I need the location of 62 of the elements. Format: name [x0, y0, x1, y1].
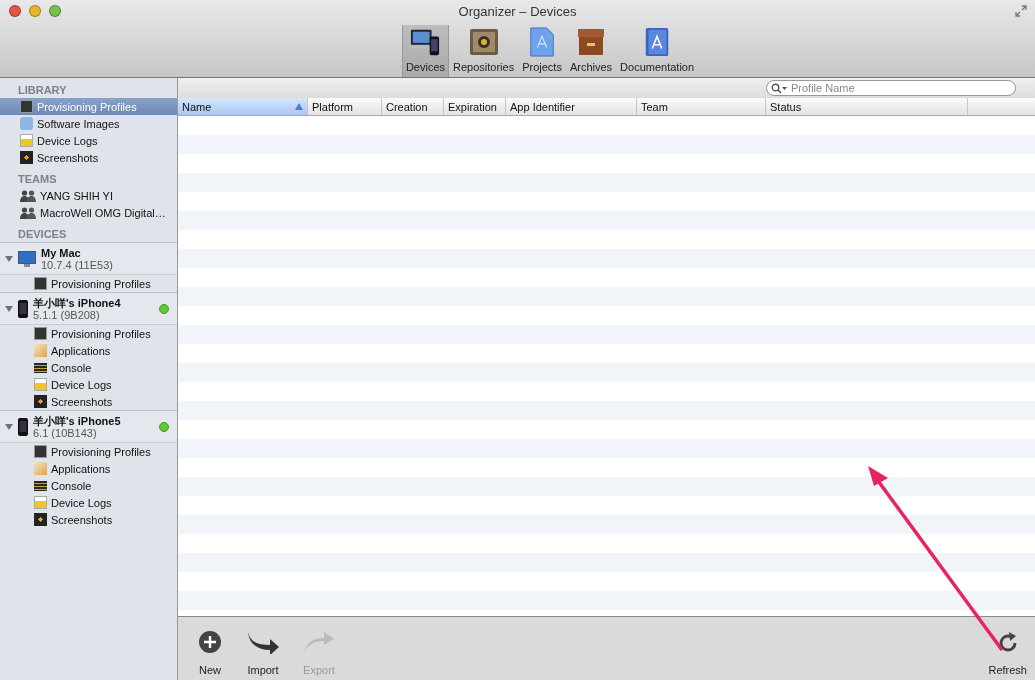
toolbar-tab[interactable]: Devices: [401, 25, 449, 77]
window-title: Organizer – Devices: [458, 3, 577, 19]
sidebar-item[interactable]: Device Logs: [0, 132, 177, 149]
toolbar-tab[interactable]: Projects: [518, 25, 566, 77]
toolbar-tab[interactable]: Repositories: [449, 25, 519, 77]
device-name: My Mac: [41, 246, 82, 259]
close-button[interactable]: [9, 5, 21, 17]
sidebar-item[interactable]: Console: [0, 477, 177, 494]
sidebar-item[interactable]: Provisioning Profiles: [0, 443, 177, 460]
sidebar-item[interactable]: Applications: [0, 460, 177, 477]
phone-icon: [18, 299, 28, 318]
toolbar-button[interactable]: Import: [242, 617, 284, 680]
column-header[interactable]: Platform: [308, 98, 382, 115]
console-icon: [34, 480, 47, 491]
people-icon: [20, 189, 36, 202]
device-name: 羊小咩's iPhone4: [33, 296, 122, 309]
monitor-icon: [18, 250, 36, 267]
toolbar-tab[interactable]: Documentation: [616, 25, 699, 77]
device-version: 5.1.1 (9B208): [33, 308, 101, 321]
sidebar-item[interactable]: Applications: [0, 342, 177, 359]
column-header[interactable]: App Identifier: [506, 98, 637, 115]
column-header[interactable]: Status: [766, 98, 968, 115]
search-field[interactable]: Profile Name: [766, 80, 1016, 96]
search-icon: [771, 83, 787, 94]
device-version: 6.1 (10B143): [33, 426, 98, 439]
column-header[interactable]: Creation: [382, 98, 444, 115]
sidebar-item[interactable]: Screenshots: [0, 149, 177, 166]
column-header[interactable]: Expiration: [444, 98, 506, 115]
section-heading: TEAMS: [17, 172, 58, 187]
device-name: 羊小咩's iPhone5: [33, 414, 122, 427]
section-heading: DEVICES: [17, 227, 68, 242]
console-icon: [34, 362, 47, 373]
plus-circle-icon: [198, 630, 222, 654]
sort-ascending-icon: [295, 103, 303, 110]
sidebar-item[interactable]: Screenshots: [0, 511, 177, 528]
people-icon: [20, 206, 36, 219]
sidebar-item[interactable]: YANG SHIH YI: [0, 187, 177, 204]
cabinet-icon: [576, 27, 606, 57]
section-heading: LIBRARY: [17, 83, 68, 98]
toolbar-tab[interactable]: Archives: [565, 25, 617, 77]
sidebar-item[interactable]: MacroWell OMG Digital…: [0, 204, 177, 221]
device-version: 10.7.4 (11E53): [41, 258, 114, 271]
document-icon: [529, 27, 556, 57]
sidebar-item[interactable]: Device Logs: [0, 376, 177, 393]
device-row[interactable]: 羊小咩's iPhone4 5.1.1 (9B208): [0, 292, 177, 325]
zoom-button[interactable]: [49, 5, 61, 17]
sidebar-item[interactable]: Provisioning Profiles: [0, 325, 177, 342]
device-row[interactable]: My Mac 10.7.4 (11E53): [0, 242, 177, 275]
fullscreen-icon[interactable]: [1015, 5, 1027, 17]
phone-icon: [18, 417, 28, 436]
sidebar-item[interactable]: Software Images: [0, 115, 177, 132]
refresh-button[interactable]: Refresh: [984, 617, 1031, 680]
toolbar-button[interactable]: New: [192, 617, 228, 680]
sidebar-item[interactable]: Screenshots: [0, 393, 177, 410]
column-header[interactable]: Name: [178, 98, 308, 115]
sidebar-item[interactable]: Console: [0, 359, 177, 376]
device-row[interactable]: 羊小咩's iPhone5 6.1 (10B143): [0, 410, 177, 443]
sidebar-item[interactable]: Provisioning Profiles: [0, 275, 177, 292]
column-header[interactable]: Team: [637, 98, 766, 115]
sidebar-item[interactable]: Device Logs: [0, 494, 177, 511]
minimize-button[interactable]: [29, 5, 41, 17]
safe-icon: [468, 27, 499, 57]
